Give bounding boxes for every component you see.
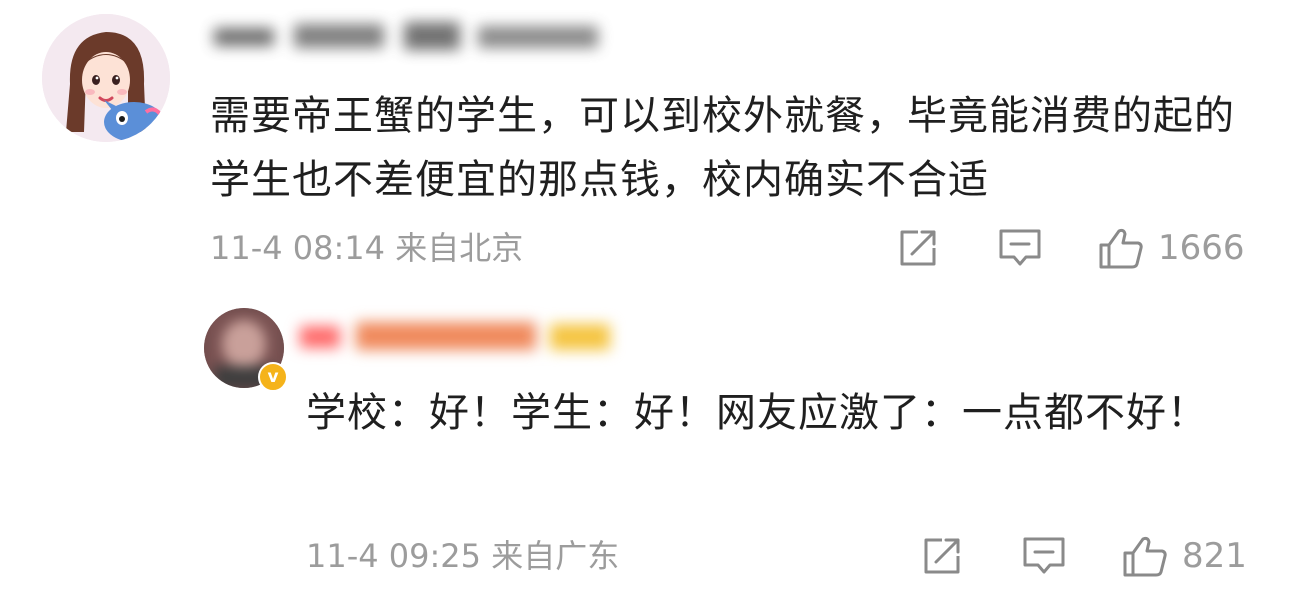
comment-icon	[1023, 537, 1065, 574]
avatar-illustration	[42, 14, 170, 142]
share-icon	[924, 538, 960, 574]
share-button[interactable]	[898, 228, 940, 268]
comment-item: 需要帝王蟹的学生，可以到校外就餐，毕竟能消费的起的学生也不差便宜的那点钱，校内确…	[0, 0, 1290, 300]
like-count: 1666	[1158, 228, 1245, 268]
reply-text: 学校：好！学生：好！网友应激了：一点都不好！	[306, 390, 1208, 436]
reply-item: v 学校：好！学生：好！网友应激了：一点都不好！ 11-4 09:25 来自广东	[0, 300, 1290, 597]
like-count: 821	[1182, 536, 1247, 576]
comment-meta-row: 11-4 09:25 来自广东 821	[0, 536, 1290, 577]
share-button[interactable]	[922, 536, 964, 576]
verified-badge-icon: v	[258, 362, 288, 392]
comment-timestamp: 11-4 08:14 来自北京	[210, 229, 524, 267]
reply-button[interactable]	[1022, 536, 1066, 576]
like-button[interactable]: 821	[1122, 536, 1247, 577]
like-button[interactable]: 1666	[1098, 228, 1245, 269]
thumbs-up-icon	[1123, 536, 1167, 577]
share-icon	[900, 230, 936, 266]
avatar[interactable]	[42, 14, 170, 142]
username-blurred[interactable]	[208, 14, 628, 58]
reply-button[interactable]	[998, 228, 1042, 268]
thumbs-up-icon	[1099, 228, 1143, 269]
comment-text: 需要帝王蟹的学生，可以到校外就餐，毕竟能消费的起的学生也不差便宜的那点钱，校内确…	[210, 93, 1235, 203]
username-blurred[interactable]	[296, 314, 636, 358]
comment-timestamp: 11-4 09:25 来自广东	[306, 537, 620, 575]
comment-meta-row: 11-4 08:14 来自北京 1666	[0, 228, 1290, 269]
comment-icon	[999, 229, 1041, 266]
